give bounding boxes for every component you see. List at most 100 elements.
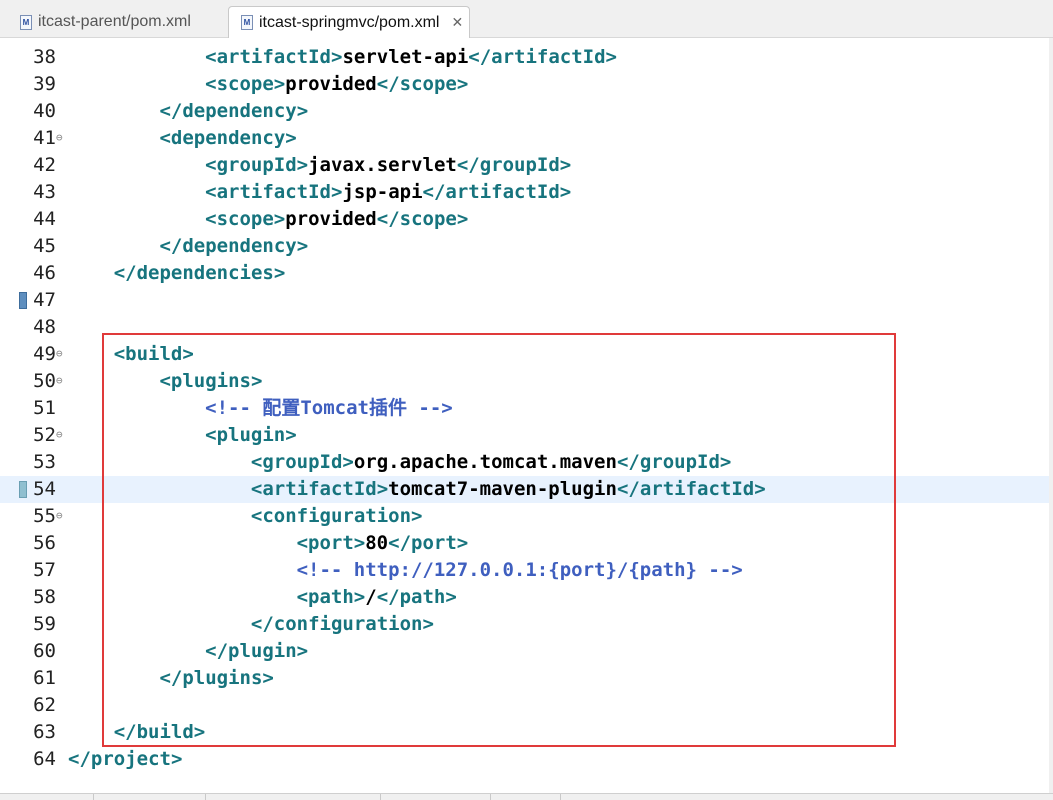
fold-toggle-icon[interactable]: ⊖ — [56, 348, 63, 359]
close-icon[interactable]: ✕ — [451, 14, 463, 31]
code-line[interactable]: 52 ⊖ <plugin> — [0, 422, 1053, 449]
xml-file-icon: M — [20, 14, 32, 30]
code-text: </dependencies> — [114, 261, 286, 286]
tab-label: itcast-parent/pom.xml — [38, 13, 191, 30]
line-number: 60 — [33, 640, 56, 662]
code-line[interactable]: 56 <port>80</port> — [0, 530, 1053, 557]
xml-tag: </artifactId> — [422, 181, 572, 203]
code-line[interactable]: 44 <scope>provided</scope> — [0, 206, 1053, 233]
xml-tag: </dependency> — [159, 100, 309, 122]
code-line[interactable]: 57 <!-- http://127.0.0.1:{port}/{path} --… — [0, 557, 1053, 584]
code-line[interactable]: 59 </configuration> — [0, 611, 1053, 638]
code-line[interactable]: 48 — [0, 314, 1053, 341]
code-line[interactable]: 58 <path>/</path> — [0, 584, 1053, 611]
code-text: </dependency> — [159, 234, 308, 259]
xml-tag: </build> — [113, 721, 206, 743]
xml-text: 80 — [365, 532, 389, 554]
code-line[interactable]: 39 <scope>provided</scope> — [0, 71, 1053, 98]
xml-tag: <plugin> — [205, 424, 297, 446]
code-line[interactable]: 46 </dependencies> — [0, 260, 1053, 287]
xml-tag: <groupId> — [250, 451, 354, 473]
line-number: 56 — [33, 532, 56, 554]
xml-tag: <configuration> — [250, 505, 423, 527]
code-text: <path>/</path> — [297, 585, 457, 610]
fold-toggle-icon[interactable]: ⊖ — [56, 132, 63, 143]
xml-tag: <scope> — [205, 73, 286, 95]
code-text: <!-- http://127.0.0.1:{port}/{path} --> — [297, 558, 743, 583]
xml-tag: </configuration> — [250, 613, 434, 635]
line-number: 62 — [33, 694, 56, 716]
line-number: 40 — [33, 100, 56, 122]
code-line[interactable]: 61 </plugins> — [0, 665, 1053, 692]
code-line[interactable]: 49 ⊖ <build> — [0, 341, 1053, 368]
code-text: <!-- 配置Tomcat插件 --> — [205, 396, 453, 421]
line-number: 58 — [33, 586, 56, 608]
line-number: 47 — [33, 289, 56, 311]
vertical-scrollbar[interactable] — [1049, 38, 1053, 793]
code-line[interactable]: 55 ⊖ <configuration> — [0, 503, 1053, 530]
xml-tag: </dependencies> — [113, 262, 286, 284]
code-text: </project> — [68, 747, 182, 772]
xml-tag: <path> — [296, 586, 366, 608]
code-text: <port>80</port> — [297, 531, 469, 556]
line-number: 53 — [33, 451, 56, 473]
xml-tag: <scope> — [205, 208, 286, 230]
code-text: <groupId>javax.servlet</groupId> — [205, 153, 571, 178]
xml-text: provided — [285, 73, 377, 95]
code-line[interactable]: 50 ⊖ <plugins> — [0, 368, 1053, 395]
xml-tag: </artifactId> — [616, 478, 766, 500]
xml-tag: </plugins> — [159, 667, 274, 689]
code-line[interactable]: 47 — [0, 287, 1053, 314]
xml-tag: <plugins> — [159, 370, 263, 392]
line-number: 48 — [33, 316, 56, 338]
xml-tag: </port> — [388, 532, 469, 554]
code-line[interactable]: 62 — [0, 692, 1053, 719]
code-line[interactable]: 53 <groupId>org.apache.tomcat.maven</grou… — [0, 449, 1053, 476]
line-number: 42 — [33, 154, 56, 176]
code-line[interactable]: 63 </build> — [0, 719, 1053, 746]
xml-tag: <artifactId> — [205, 181, 343, 203]
line-number: 59 — [33, 613, 56, 635]
fold-toggle-icon[interactable]: ⊖ — [56, 510, 63, 521]
xml-comment: <!-- 配置Tomcat插件 --> — [205, 397, 453, 419]
tab-itcast-springmvc-pom[interactable]: M itcast-springmvc/pom.xml ✕ — [228, 6, 470, 38]
code-text: <configuration> — [251, 504, 423, 529]
line-number: 41 — [33, 127, 56, 149]
code-line[interactable]: 51 <!-- 配置Tomcat插件 --> — [0, 395, 1053, 422]
code-text: </dependency> — [159, 99, 308, 124]
xml-text: tomcat7-maven-plugin — [388, 478, 617, 500]
code-line[interactable]: 42 <groupId>javax.servlet</groupId> — [0, 152, 1053, 179]
xml-tag: <artifactId> — [205, 46, 343, 68]
xml-tag: </artifactId> — [468, 46, 617, 68]
horizontal-scrollbar[interactable] — [0, 793, 1053, 800]
line-number: 54 — [33, 478, 56, 500]
tab-label: itcast-springmvc/pom.xml — [259, 13, 440, 31]
line-number: 52 — [33, 424, 56, 446]
code-line[interactable]: 64 </project> — [0, 746, 1053, 773]
code-text: <groupId>org.apache.tomcat.maven</groupI… — [251, 450, 731, 475]
code-text: <build> — [114, 342, 194, 367]
xml-tag: </path> — [376, 586, 457, 608]
code-line[interactable]: 40 </dependency> — [0, 98, 1053, 125]
code-text: <plugins> — [159, 369, 262, 394]
code-line[interactable]: 43 <artifactId>jsp-api</artifactId> — [0, 179, 1053, 206]
code-editor[interactable]: 38 <artifactId>servlet-api</artifactId> 39… — [0, 38, 1053, 793]
tab-itcast-parent-pom[interactable]: M itcast-parent/pom.xml — [8, 6, 218, 38]
line-number: 64 — [33, 748, 56, 770]
xml-text: jsp-api — [342, 181, 423, 203]
fold-toggle-icon[interactable]: ⊖ — [56, 375, 63, 386]
code-line[interactable]: 41 ⊖ <dependency> — [0, 125, 1053, 152]
fold-toggle-icon[interactable]: ⊖ — [56, 429, 63, 440]
code-line[interactable]: 60 </plugin> — [0, 638, 1053, 665]
xml-comment: <!-- http://127.0.0.1:{port}/{path} --> — [296, 559, 743, 581]
code-line[interactable]: 54 <artifactId>tomcat7-maven-plugin</arti… — [0, 476, 1053, 503]
code-line[interactable]: 45 </dependency> — [0, 233, 1053, 260]
xml-text: javax.servlet — [308, 154, 457, 176]
line-number: 44 — [33, 208, 56, 230]
xml-tag: <build> — [113, 343, 194, 365]
line-number: 55 — [33, 505, 56, 527]
line-number: 51 — [33, 397, 56, 419]
code-line[interactable]: 38 <artifactId>servlet-api</artifactId> — [0, 44, 1053, 71]
code-text: <artifactId>jsp-api</artifactId> — [205, 180, 571, 205]
xml-tag: <port> — [296, 532, 366, 554]
